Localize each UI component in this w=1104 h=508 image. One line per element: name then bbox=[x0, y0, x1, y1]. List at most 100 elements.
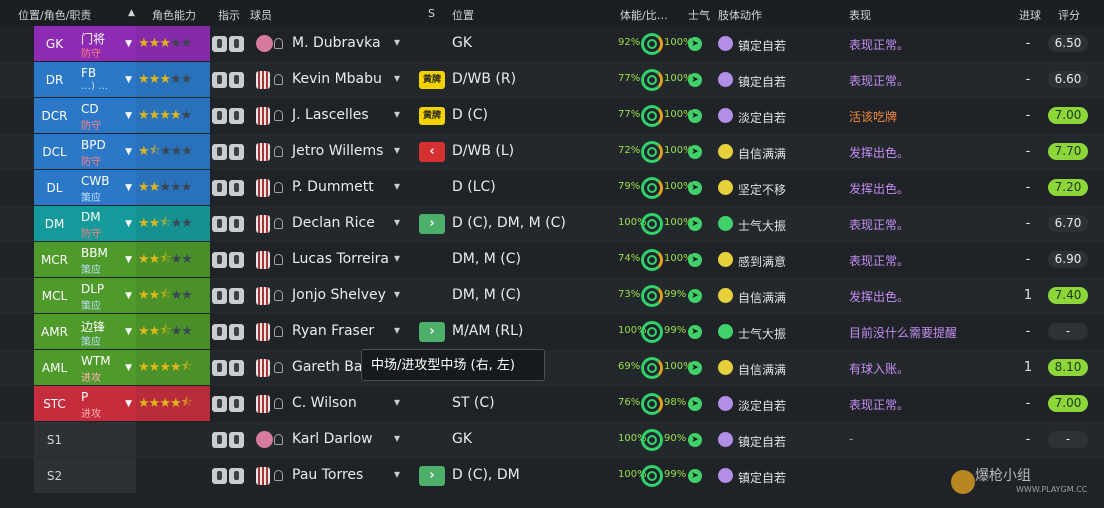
position-badge[interactable]: MCR bbox=[34, 242, 75, 277]
chevron-down-icon[interactable]: ▼ bbox=[125, 147, 132, 157]
position-badge[interactable]: DR bbox=[34, 62, 75, 97]
table-row[interactable]: AMLWTM进攻▼★★★★⯪Gareth Bale▾AM (RL)69%100%… bbox=[0, 350, 1104, 386]
player-instructions-icon[interactable] bbox=[212, 324, 227, 340]
role-duty-selector[interactable]: 门将 防守 ▼ bbox=[75, 26, 136, 61]
header-goals[interactable]: 进球 bbox=[1019, 7, 1041, 23]
opposition-instructions-icon[interactable] bbox=[229, 324, 244, 340]
player-instructions-icon[interactable] bbox=[212, 144, 227, 160]
instructions-buttons[interactable] bbox=[212, 144, 244, 160]
player-profile-icon[interactable] bbox=[274, 290, 283, 301]
sub-out-icon[interactable]: ‹ bbox=[419, 142, 445, 162]
player-instructions-icon[interactable] bbox=[212, 36, 227, 52]
role-duty-selector[interactable]: CD 防守 ▼ bbox=[75, 98, 136, 133]
player-profile-icon[interactable] bbox=[274, 254, 283, 265]
role-duty-selector[interactable]: P 进攻 ▼ bbox=[75, 386, 136, 421]
table-row[interactable]: S1 Karl Darlow ▾ GK 100% 90% ➤ 镇定自若 - - - bbox=[0, 422, 1104, 458]
player-instructions-icon[interactable] bbox=[212, 180, 227, 196]
table-row[interactable]: DR FB…) … ▼ ★ ★ ★ ★ ★ Kevin Mbabu ▾ 黄牌 D/WB (R) 77% 1… bbox=[0, 62, 1104, 98]
role-duty-selector[interactable]: DLP 策应 ▼ bbox=[75, 278, 136, 313]
player-instructions-icon[interactable] bbox=[212, 216, 227, 232]
chevron-down-icon[interactable]: ▼ bbox=[125, 39, 132, 49]
table-row[interactable]: DCR CD 防守 ▼ ★ ★ ★ ★ ★ J. Lascelles ▾ 黄牌 D (C) 77% 100%… bbox=[0, 98, 1104, 134]
instructions-buttons[interactable] bbox=[212, 396, 244, 412]
player-profile-icon[interactable] bbox=[274, 146, 283, 157]
player-instructions-icon[interactable] bbox=[212, 468, 227, 484]
chevron-down-icon[interactable]: ▼ bbox=[125, 363, 132, 373]
player-instructions-icon[interactable] bbox=[212, 72, 227, 88]
chevron-down-icon[interactable]: ▼ bbox=[125, 219, 132, 229]
header-morale[interactable]: 士气 bbox=[688, 7, 710, 23]
instructions-buttons[interactable] bbox=[212, 252, 244, 268]
opposition-instructions-icon[interactable] bbox=[229, 72, 244, 88]
header-condition[interactable]: 体能/比… bbox=[620, 7, 668, 23]
sub-in-icon[interactable]: › bbox=[419, 322, 445, 342]
opposition-instructions-icon[interactable] bbox=[229, 144, 244, 160]
opposition-instructions-icon[interactable] bbox=[229, 180, 244, 196]
instructions-buttons[interactable] bbox=[212, 108, 244, 124]
chevron-down-icon[interactable]: ▼ bbox=[125, 255, 132, 265]
player-profile-icon[interactable] bbox=[274, 470, 283, 481]
position-badge[interactable]: MCL bbox=[34, 278, 75, 313]
sort-icon[interactable]: ▲ bbox=[128, 8, 135, 18]
header-rating[interactable]: 评分 bbox=[1058, 7, 1080, 23]
opposition-instructions-icon[interactable] bbox=[229, 216, 244, 232]
chevron-down-icon[interactable]: ▼ bbox=[125, 291, 132, 301]
player-instructions-icon[interactable] bbox=[212, 288, 227, 304]
player-instructions-icon[interactable] bbox=[212, 396, 227, 412]
chevron-down-icon[interactable]: ▼ bbox=[125, 327, 132, 337]
player-profile-icon[interactable] bbox=[274, 362, 283, 373]
player-profile-icon[interactable] bbox=[274, 74, 283, 85]
header-role-ability[interactable]: 角色能力 bbox=[152, 7, 196, 23]
header-s[interactable]: S bbox=[428, 7, 435, 20]
position-badge[interactable]: AMR bbox=[34, 314, 75, 349]
opposition-instructions-icon[interactable] bbox=[229, 252, 244, 268]
opposition-instructions-icon[interactable] bbox=[229, 108, 244, 124]
player-instructions-icon[interactable] bbox=[212, 432, 227, 448]
opposition-instructions-icon[interactable] bbox=[229, 432, 244, 448]
position-badge[interactable]: AML bbox=[34, 350, 75, 385]
player-profile-icon[interactable] bbox=[274, 110, 283, 121]
instructions-buttons[interactable] bbox=[212, 432, 244, 448]
header-body-language[interactable]: 肢体动作 bbox=[718, 7, 762, 23]
table-row[interactable]: DM DM 防守 ▼ ★ ★ ⯪ ★ ★ Declan Rice ▾ › D (C), DM, M (C… bbox=[0, 206, 1104, 242]
instructions-buttons[interactable] bbox=[212, 360, 244, 376]
position-badge[interactable]: DCR bbox=[34, 98, 75, 133]
header-performance[interactable]: 表现 bbox=[849, 7, 871, 23]
instructions-buttons[interactable] bbox=[212, 468, 244, 484]
player-profile-icon[interactable] bbox=[274, 326, 283, 337]
chevron-down-icon[interactable]: ▼ bbox=[125, 75, 132, 85]
role-duty-selector[interactable]: DM 防守 ▼ bbox=[75, 206, 136, 241]
header-position[interactable]: 位置 bbox=[452, 7, 474, 23]
instructions-buttons[interactable] bbox=[212, 36, 244, 52]
sub-in-icon[interactable]: › bbox=[419, 466, 445, 486]
opposition-instructions-icon[interactable] bbox=[229, 288, 244, 304]
chevron-down-icon[interactable]: ▾ bbox=[394, 467, 400, 503]
position-badge[interactable]: S1 bbox=[34, 422, 75, 457]
table-row[interactable]: DCL BPD 防守 ▼ ★ ⯪ ★ ★ ★ Jetro Willems ▾ ‹ D/WB (L) 72%… bbox=[0, 134, 1104, 170]
instructions-buttons[interactable] bbox=[212, 72, 244, 88]
opposition-instructions-icon[interactable] bbox=[229, 36, 244, 52]
role-duty-selector[interactable]: CWB 策应 ▼ bbox=[75, 170, 136, 205]
position-badge[interactable]: DL bbox=[34, 170, 75, 205]
table-row[interactable]: MCR BBM 策应 ▼ ★ ★ ⯪ ★ ★ Lucas Torreira ▾ DM, M (C) 74… bbox=[0, 242, 1104, 278]
opposition-instructions-icon[interactable] bbox=[229, 468, 244, 484]
player-instructions-icon[interactable] bbox=[212, 360, 227, 376]
position-badge[interactable]: STC bbox=[34, 386, 75, 421]
role-duty-selector[interactable]: FB…) … ▼ bbox=[75, 62, 136, 97]
player-instructions-icon[interactable] bbox=[212, 252, 227, 268]
chevron-down-icon[interactable]: ▼ bbox=[125, 399, 132, 409]
instructions-buttons[interactable] bbox=[212, 180, 244, 196]
header-instructions[interactable]: 指示 bbox=[218, 7, 240, 23]
role-duty-selector[interactable]: BBM 策应 ▼ bbox=[75, 242, 136, 277]
player-profile-icon[interactable] bbox=[274, 218, 283, 229]
role-duty-selector[interactable]: BPD 防守 ▼ bbox=[75, 134, 136, 169]
instructions-buttons[interactable] bbox=[212, 216, 244, 232]
chevron-down-icon[interactable]: ▼ bbox=[125, 183, 132, 193]
opposition-instructions-icon[interactable] bbox=[229, 360, 244, 376]
instructions-buttons[interactable] bbox=[212, 288, 244, 304]
instructions-buttons[interactable] bbox=[212, 324, 244, 340]
player-name[interactable]: Pau Torres bbox=[292, 467, 363, 503]
table-row[interactable]: AMR 边锋 策应 ▼ ★ ★ ⯪ ★ ★ Ryan Fraser ▾ › M/AM (RL) 100% 9… bbox=[0, 314, 1104, 350]
position-badge[interactable]: GK bbox=[34, 26, 75, 61]
table-row[interactable]: S2 Pau Torres ▾ › D (C), DM 100% 99% ➤ 镇定自若 bbox=[0, 458, 1104, 494]
